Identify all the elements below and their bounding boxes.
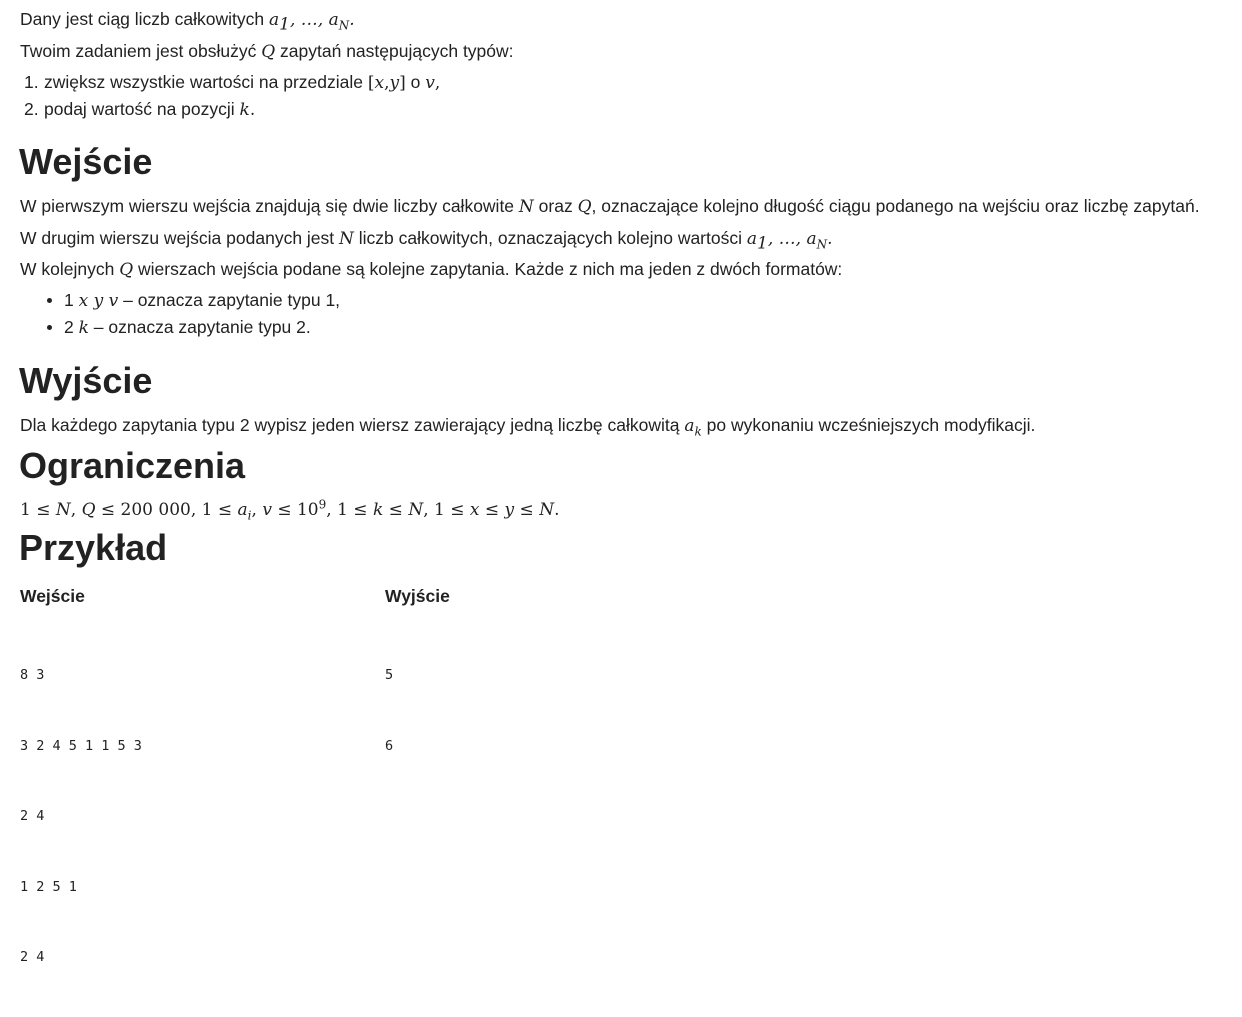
intro-task-paragraph: Twoim zadaniem jest obsłużyć Q zapytań n… <box>20 40 514 63</box>
format-desc: – oznacza zapytanie typu 1, <box>123 290 341 310</box>
query-format-item: 2 k – oznacza zapytanie typu 2. <box>64 316 311 339</box>
math-N: N <box>339 229 354 249</box>
section-heading-output: Wyjście <box>19 360 153 401</box>
list-item-text: podaj wartość na pozycji <box>44 99 235 119</box>
query-type-list-item: 1. zwiększ wszystkie wartości na przedzia… <box>24 72 441 93</box>
bullet-icon <box>47 325 52 330</box>
math-ak: ak <box>684 416 702 439</box>
problem-statement: Dany jest ciąg liczb całkowitych a1, …, … <box>0 0 1242 965</box>
format-lead: 1 <box>64 290 74 310</box>
format-desc: – oznacza zapytanie typu 2. <box>93 317 311 337</box>
math-Q: Q <box>577 197 592 217</box>
input-text: oraz <box>538 196 573 216</box>
example-output-label: Wyjście <box>385 586 450 606</box>
output-text: Dla każdego zapytania typu 2 wypisz jede… <box>20 415 680 435</box>
example-input-label: Wejście <box>20 586 85 606</box>
math-k: k <box>239 100 250 120</box>
constraints-formula: 1 ≤ N, Q ≤ 200 000, 1 ≤ ai, v ≤ 109, 1 ≤… <box>20 498 560 521</box>
math-constraints: 1 ≤ N, Q ≤ 200 000, 1 ≤ ai, v ≤ 109, 1 ≤… <box>20 497 560 523</box>
list-item-text-2: o <box>410 72 421 92</box>
section-heading-example: Przykład <box>19 527 168 568</box>
output-paragraph: Dla każdego zapytania typu 2 wypisz jede… <box>20 414 1035 437</box>
example-output-line: 6 <box>385 737 394 754</box>
input-text: wierszach wejścia podane są kolejne zapy… <box>138 259 843 279</box>
input-text: W drugim wierszu wejścia podanych jest <box>20 228 335 248</box>
output-text: po wykonaniu wcześniejszych modyfikacji. <box>706 415 1036 435</box>
example-input-line: 3 2 4 5 1 1 5 3 <box>20 737 142 754</box>
intro-sequence-paragraph: Dany jest ciąg liczb całkowitych a1, …, … <box>20 8 355 35</box>
section-heading-constraints: Ograniczenia <box>19 445 246 486</box>
format-lead: 2 <box>64 317 74 337</box>
list-number: 2. <box>24 99 39 119</box>
math-sequence: a1, …, aN. <box>269 10 355 35</box>
example-input-block: 8 3 3 2 4 5 1 1 5 3 2 4 1 2 5 1 2 4 <box>20 617 142 1017</box>
intro-sequence-text: Dany jest ciąg liczb całkowitych <box>20 9 265 29</box>
math-N: N <box>518 197 534 217</box>
list-item-text: zwiększ wszystkie wartości na przedziale <box>44 72 363 92</box>
example-input-line: 2 4 <box>20 808 45 824</box>
math-x-y-v: x y v <box>78 291 119 311</box>
example-output-line: 5 <box>385 667 394 683</box>
example-output-block: 5 6 <box>385 617 418 805</box>
intro-task-text-2: zapytań następujących typów: <box>280 41 514 61</box>
example-input-line: 8 3 <box>20 667 45 683</box>
input-paragraph-2: W drugim wierszu wejścia podanych jest N… <box>20 227 833 254</box>
input-text: , oznaczające kolejno długość ciągu poda… <box>591 196 1200 216</box>
query-format-item: 1 x y v – oznacza zapytanie typu 1, <box>64 289 340 312</box>
math-Q: Q <box>261 42 276 62</box>
section-heading-input: Wejście <box>19 141 153 182</box>
math-k: k <box>78 318 89 338</box>
input-text: W kolejnych <box>20 259 115 279</box>
math-v: v <box>425 73 435 93</box>
bullet-icon <box>47 298 52 303</box>
math-sequence: a1, …, aN. <box>746 229 833 254</box>
example-input-line: 2 4 <box>20 949 45 965</box>
query-type-list-item: 2. podaj wartość na pozycji k. <box>24 99 256 120</box>
math-Q: Q <box>119 260 134 280</box>
input-text: liczb całkowitych, oznaczających kolejno… <box>358 228 742 248</box>
input-paragraph-1: W pierwszym wierszu wejścia znajdują się… <box>20 195 1200 218</box>
example-input-line: 1 2 5 1 <box>20 878 77 895</box>
input-paragraph-3: W kolejnych Q wierszach wejścia podane s… <box>20 258 842 281</box>
input-text: W pierwszym wierszu wejścia znajdują się… <box>20 196 515 216</box>
intro-task-text: Twoim zadaniem jest obsłużyć <box>20 41 257 61</box>
list-number: 1. <box>24 72 39 92</box>
math-interval: [x,y] <box>367 73 406 93</box>
